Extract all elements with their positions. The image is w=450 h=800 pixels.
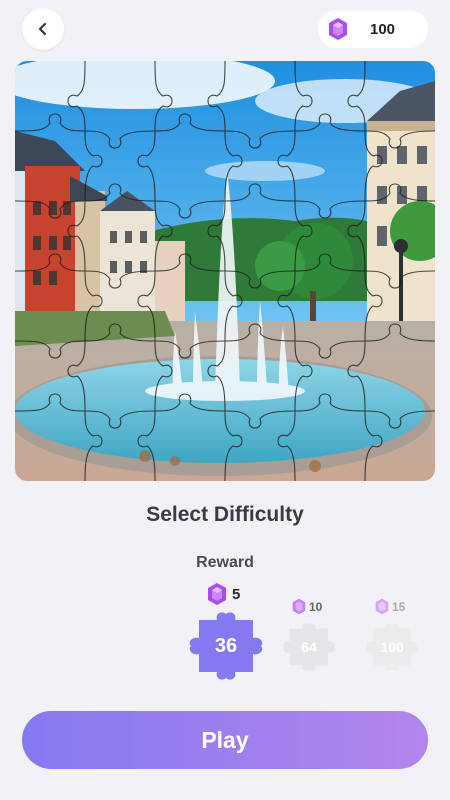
reward-value: 5 xyxy=(232,585,241,603)
reward-value: 10 xyxy=(309,599,323,614)
play-button[interactable]: Play xyxy=(22,711,428,769)
select-difficulty-title: Select Difficulty xyxy=(146,503,304,526)
difficulty-option-100[interactable]: 15 100 xyxy=(363,598,421,674)
purple-gem-icon xyxy=(208,583,226,605)
option-reward: 10 xyxy=(292,598,322,615)
purple-gem-icon xyxy=(329,18,347,40)
reward-label: Reward xyxy=(196,554,254,571)
purple-gem-icon xyxy=(292,598,306,615)
chevron-left-icon xyxy=(38,22,47,36)
purple-gem-icon xyxy=(375,598,389,615)
piece-count: 64 xyxy=(301,639,317,655)
difficulty-option-36[interactable]: 5 36 xyxy=(185,580,267,682)
piece-count: 36 xyxy=(214,635,238,657)
gem-count: 100 xyxy=(370,20,396,38)
piece-count: 100 xyxy=(380,639,404,655)
back-button[interactable] xyxy=(22,8,64,50)
gem-counter: 100 xyxy=(318,10,428,48)
option-reward: 15 xyxy=(375,598,405,615)
reward-value: 15 xyxy=(392,599,406,614)
difficulty-option-64[interactable]: 10 64 xyxy=(280,598,338,674)
play-button-label: Play xyxy=(201,726,249,753)
option-reward: 5 xyxy=(207,582,240,606)
puzzle-image xyxy=(15,61,435,481)
puzzle-preview xyxy=(15,61,435,481)
